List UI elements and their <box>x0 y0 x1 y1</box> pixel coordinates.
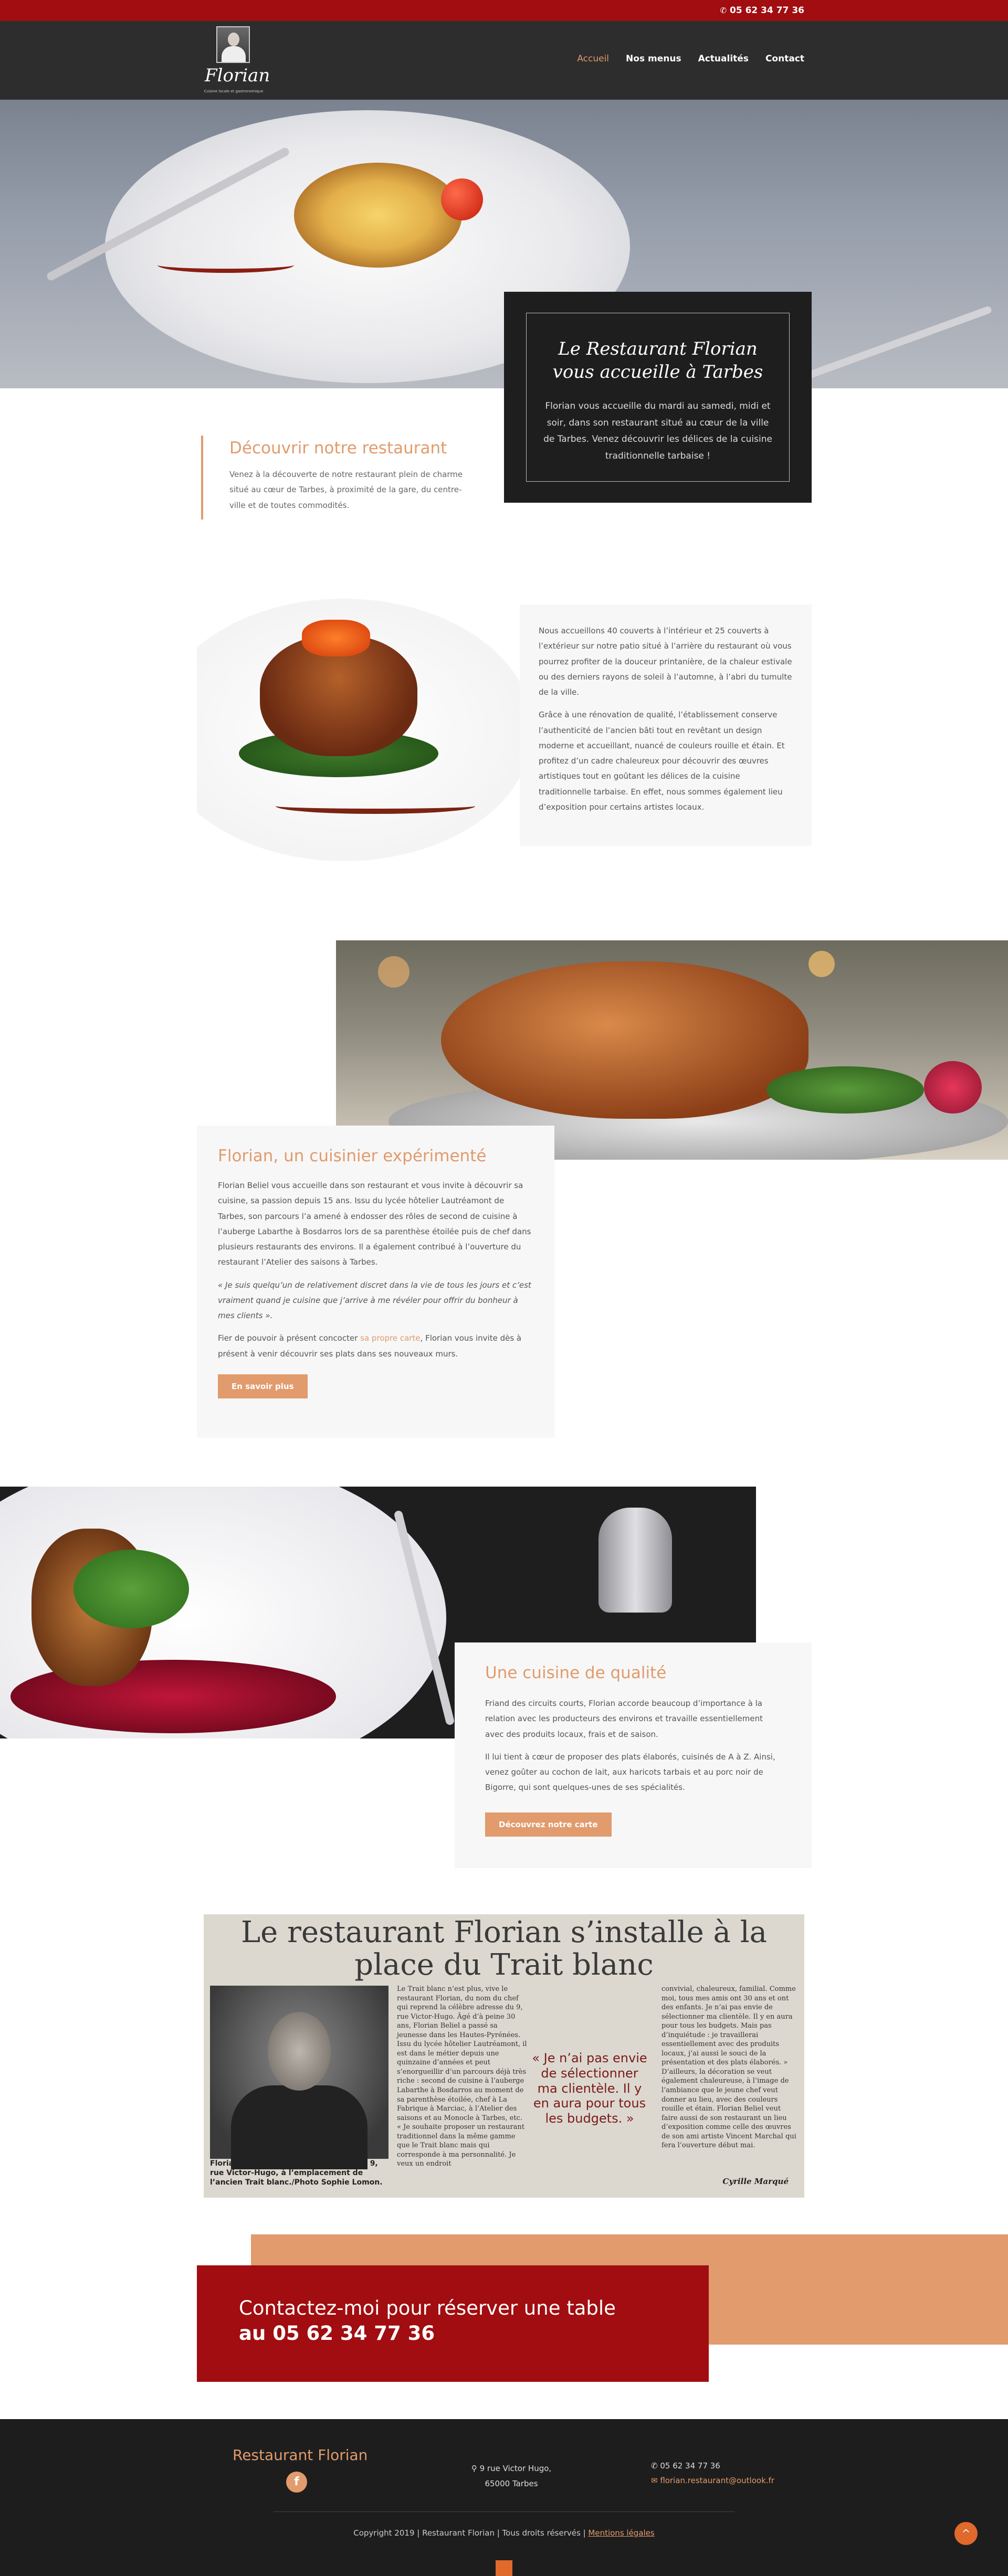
hero-card: Le Restaurant Florian vous accueille à T… <box>504 292 812 503</box>
topbar-phone-number[interactable]: 05 62 34 77 36 <box>730 5 804 16</box>
back-to-top-button[interactable]: ^ <box>954 2522 978 2545</box>
legal-notice-link[interactable]: Mentions légales <box>588 2528 654 2538</box>
logo-name: Florian <box>205 65 270 86</box>
quality-text-1: Friand des circuits courts, Florian acco… <box>485 1699 763 1739</box>
article-pull-quote: « Je n’ai pas envie de sélectionner ma c… <box>532 2051 647 2126</box>
logo-portrait <box>216 26 250 63</box>
article-signature: Cyrille Marqué <box>722 2177 789 2186</box>
top-bar: ✆ 05 62 34 77 36 <box>0 0 1008 21</box>
footer-copyright-text: Copyright 2019 | Restaurant Florian | To… <box>353 2528 589 2538</box>
nav-item-actualites[interactable]: Actualités <box>698 54 749 64</box>
chef-photo <box>210 1986 388 2169</box>
contact-line-2[interactable]: au 05 62 34 77 36 <box>239 2321 667 2346</box>
hero-text: Florian vous accueille du mardi au samed… <box>543 401 772 461</box>
hero-card-frame: Le Restaurant Florian vous accueille à T… <box>526 313 790 482</box>
photo-caption: Florian Beliel ouvre son restaurant au 9… <box>210 2159 383 2187</box>
facebook-icon[interactable]: f <box>286 2472 307 2493</box>
newspaper-headline: Le restaurant Florian s’installe à la pl… <box>240 1915 768 1982</box>
topbar-phone[interactable]: ✆ 05 62 34 77 36 <box>720 5 804 16</box>
chef-title: Florian, un cuisinier expérimenté <box>218 1147 487 1165</box>
hero-title: Le Restaurant Florian vous accueille à T… <box>552 338 763 383</box>
article-column-1: Le Trait blanc n’est plus, vive le resta… <box>397 1985 527 2168</box>
own-menu-link[interactable]: sa propre carte <box>360 1333 420 1343</box>
learn-more-button[interactable]: En savoir plus <box>218 1374 308 1398</box>
logo-tagline: Cuisine locale et gastronomique <box>204 89 264 93</box>
discover-menu-button[interactable]: Découvrez notre carte <box>485 1812 612 1837</box>
bottom-tab[interactable] <box>496 2560 512 2576</box>
footer-brand: Restaurant Florian <box>233 2446 368 2464</box>
article-column-3: convivial, chaleureux, familial. Comme m… <box>662 1985 796 2150</box>
discover-title: Découvrir notre restaurant <box>229 439 447 458</box>
footer-divider <box>273 2511 735 2512</box>
quality-text-2: Il lui tient à cœur de proposer des plat… <box>485 1752 775 1793</box>
steak-image <box>197 562 554 887</box>
footer-email[interactable]: ✉ florian.restaurant@outlook.fr <box>651 2476 774 2485</box>
terrasse-text-2: Grâce à une rénovation de qualité, l’éta… <box>539 710 785 812</box>
terrasse-card: Nous accueillons 40 couverts à l’intérie… <box>520 605 812 846</box>
phone-icon: ✆ <box>720 6 727 15</box>
nav-item-accueil[interactable]: Accueil <box>577 54 609 64</box>
site-footer: Restaurant Florian f ⚲ 9 rue Victor Hugo… <box>0 2419 1008 2576</box>
contact-box[interactable]: Contactez-moi pour réserver une table au… <box>197 2265 709 2382</box>
chef-quote: « Je suis quelqu’un de relativement disc… <box>218 1280 531 1321</box>
quality-title: Une cuisine de qualité <box>485 1663 667 1682</box>
quality-card: Une cuisine de qualité Friand des circui… <box>455 1642 812 1868</box>
chef-card: Florian, un cuisinier expérimenté Floria… <box>197 1126 554 1438</box>
nav-item-menus[interactable]: Nos menus <box>626 54 681 64</box>
footer-address-line-2: 65000 Tarbes <box>485 2478 538 2488</box>
chef-text-3-before: Fier de pouvoir à présent concocter <box>218 1333 361 1343</box>
site-logo[interactable]: Florian Cuisine locale et gastronomique <box>200 24 270 98</box>
chef-text-1: Florian Beliel vous accueille dans son r… <box>218 1181 531 1267</box>
main-nav: Accueil Nos menus Actualités Contact <box>577 54 804 64</box>
contact-line-1: Contactez-moi pour réserver une table <box>239 2297 616 2319</box>
mail-icon: ✉ <box>651 2476 660 2485</box>
discover-section: Découvrir notre restaurant Venez à la dé… <box>201 436 474 520</box>
chef-text-3: Fier de pouvoir à présent concocter sa p… <box>218 1331 533 1362</box>
phone-icon: ✆ <box>651 2461 660 2471</box>
newspaper-clipping: Le restaurant Florian s’installe à la pl… <box>204 1914 804 2198</box>
footer-copyright: Copyright 2019 | Restaurant Florian | To… <box>0 2528 1008 2538</box>
site-header: Florian Cuisine locale et gastronomique … <box>0 21 1008 100</box>
footer-address: ⚲ 9 rue Victor Hugo, 65000 Tarbes <box>459 2461 564 2491</box>
footer-address-line-1: 9 rue Victor Hugo, <box>479 2464 552 2473</box>
footer-phone-number[interactable]: 05 62 34 77 36 <box>660 2461 720 2471</box>
terrasse-text-1: Nous accueillons 40 couverts à l’intérie… <box>539 626 792 697</box>
nav-item-contact[interactable]: Contact <box>765 54 804 64</box>
footer-email-address[interactable]: florian.restaurant@outlook.fr <box>660 2476 774 2485</box>
location-icon: ⚲ <box>471 2464 480 2473</box>
footer-phone[interactable]: ✆ 05 62 34 77 36 <box>651 2461 720 2471</box>
discover-text: Venez à la découverte de notre restauran… <box>229 470 463 510</box>
